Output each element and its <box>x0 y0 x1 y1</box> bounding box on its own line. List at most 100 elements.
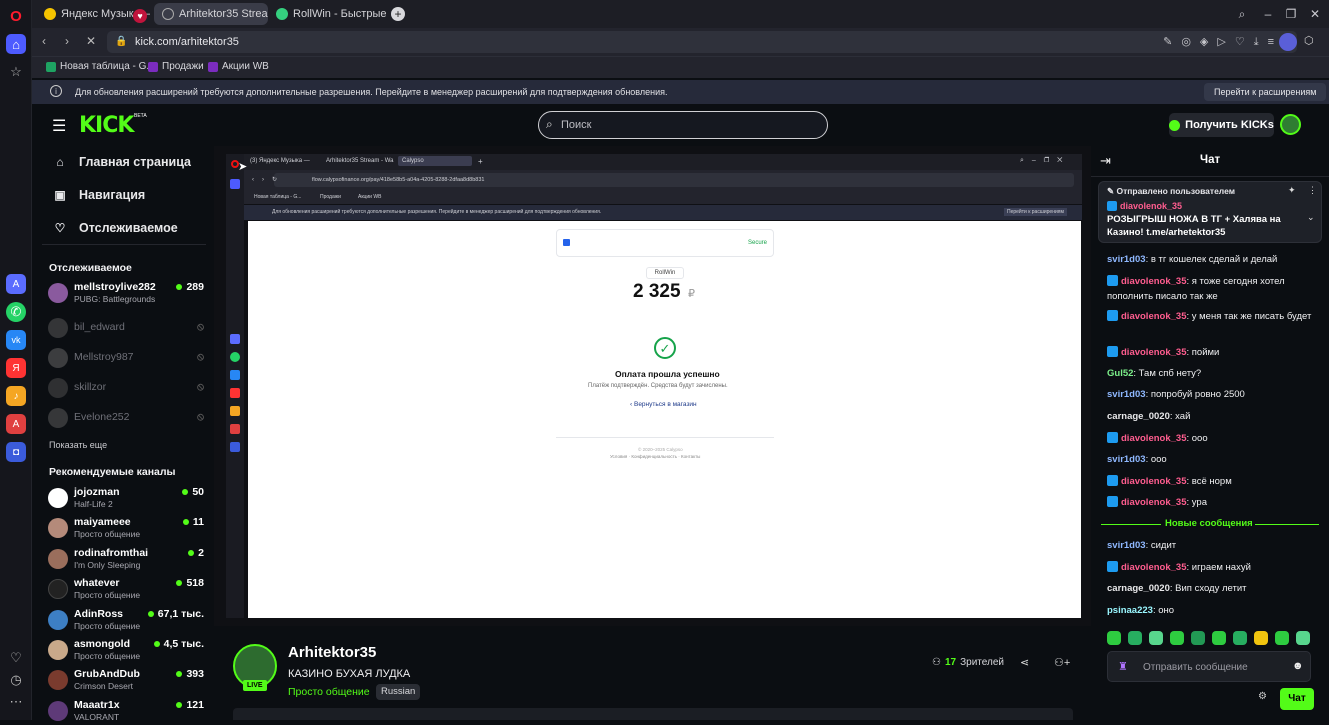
emote-icon[interactable] <box>1170 631 1184 645</box>
recommended-channel[interactable]: whatever Просто общение 518 <box>48 577 208 603</box>
language-tag[interactable]: Russian <box>376 684 421 700</box>
stop-icon[interactable]: ✕ <box>86 34 96 48</box>
send-chat-button[interactable]: Чат <box>1280 688 1314 710</box>
heart-icon[interactable]: ♡ <box>6 648 26 668</box>
bookmark-item[interactable]: Продажи <box>148 61 204 72</box>
chat-username[interactable]: diavolenok_35 <box>1121 347 1186 358</box>
chat-username[interactable]: svir1d03 <box>1107 454 1146 465</box>
extensions-icon[interactable]: ⬡ <box>1304 34 1314 47</box>
back-icon[interactable]: ‹ <box>42 34 46 48</box>
app-icon[interactable]: A <box>6 414 26 434</box>
kicks-coin-icon <box>1169 119 1181 131</box>
emote-icon[interactable] <box>1233 631 1247 645</box>
search-tabs-icon[interactable]: ⌕ <box>1229 0 1255 28</box>
vk-icon[interactable]: vk <box>6 330 26 350</box>
bookmark-item[interactable]: Новая таблица - G... <box>46 61 155 72</box>
emote-icon[interactable] <box>1107 631 1121 645</box>
url-text: kick.com/arhitektor35 <box>135 36 239 48</box>
chevron-down-icon[interactable]: ⌄ <box>1307 212 1315 223</box>
emote-icon[interactable] <box>1191 631 1205 645</box>
chat-username[interactable]: diavolenok_35 <box>1121 476 1186 487</box>
maximize-icon[interactable]: ❐ <box>1278 0 1304 28</box>
address-actions-icon[interactable]: ✎◎◈▷♡⤓≡ <box>1163 35 1283 49</box>
nav-home[interactable]: ⌂ Главная страница <box>53 155 191 169</box>
chat-username[interactable]: psinaa223 <box>1107 605 1153 616</box>
nav-browse[interactable]: ▣ Навигация <box>53 188 145 202</box>
collapse-chat-icon[interactable]: ⇥ <box>1100 153 1111 169</box>
forward-icon[interactable]: › <box>65 34 69 48</box>
unpin-icon[interactable]: ✦ <box>1288 185 1296 196</box>
chat-username[interactable]: diavolenok_35 <box>1121 562 1186 573</box>
get-kicks-button[interactable]: Получить KICKs <box>1169 113 1274 137</box>
tab-kick-stream[interactable]: Arhitektor35 Stream - Wa <box>154 3 268 25</box>
bookmark-item[interactable]: Акции WB <box>208 61 269 72</box>
chat-username[interactable]: diavolenok_35 <box>1121 276 1186 287</box>
chat-username[interactable]: diavolenok_35 <box>1121 433 1186 444</box>
chat-username[interactable]: carnage_0020 <box>1107 411 1170 422</box>
bookmark-label: Продажи <box>162 61 204 72</box>
followed-channel[interactable]: Evelone252 ⦸ <box>48 406 208 432</box>
chat-input[interactable]: ♜ Отправить сообщение ☻ <box>1107 651 1311 682</box>
chat-username[interactable]: svir1d03 <box>1107 540 1146 551</box>
followed-channel[interactable]: skillzor ⦸ <box>48 376 208 402</box>
recommended-channel[interactable]: asmongold Просто общение 4,5 тыс. <box>48 638 208 664</box>
share-icon[interactable]: ⋖ <box>1020 656 1029 669</box>
nav-following[interactable]: ♡ Отслеживаемое <box>53 221 178 235</box>
more-options-icon[interactable]: ⋮ <box>1308 185 1317 196</box>
recommended-channel[interactable]: AdinRoss Просто общение 67,1 тыс. <box>48 608 208 634</box>
whatsapp-icon[interactable]: ✆ <box>6 302 26 322</box>
recommended-channel[interactable]: GrubAndDub Crimson Desert 393 <box>48 668 208 694</box>
avatar <box>48 408 68 428</box>
chat-username[interactable]: svir1d03 <box>1107 389 1146 400</box>
profile-icon[interactable] <box>1279 33 1297 51</box>
emote-icon[interactable] <box>1296 631 1310 645</box>
followed-channel[interactable]: bil_edward ⦸ <box>48 316 208 342</box>
emote-icon[interactable] <box>1275 631 1289 645</box>
followed-channel[interactable]: mellstroylive282 PUBG: Battlegrounds 289 <box>48 281 208 307</box>
chat-settings-icon[interactable]: ⚙ <box>1258 691 1267 702</box>
stream-browser-sidebar <box>226 154 244 618</box>
follow-user-icon[interactable]: ⚇+ <box>1054 656 1070 669</box>
recommended-channel[interactable]: Maaatr1x VALORANT 121 <box>48 699 208 725</box>
emote-icon[interactable] <box>1128 631 1142 645</box>
more-icon[interactable]: ⋯ <box>6 692 26 712</box>
emote-icon[interactable] <box>1149 631 1163 645</box>
yandex-icon[interactable]: Я <box>6 358 26 378</box>
chat-username[interactable]: diavolenok_35 <box>1121 311 1186 322</box>
menu-icon[interactable]: ☰ <box>52 116 66 136</box>
star-icon[interactable]: ☆ <box>6 62 26 82</box>
close-icon[interactable]: ✕ <box>1302 0 1328 28</box>
mic-icon[interactable]: ♜ <box>1118 660 1128 673</box>
url-field[interactable]: 🔒 kick.com/arhitektor35 ✎◎◈▷♡⤓≡ <box>107 31 1297 53</box>
show-more-link[interactable]: Показать еще <box>49 440 107 450</box>
emote-icon[interactable] <box>1212 631 1226 645</box>
workspace-icon[interactable]: ⌂ <box>6 34 26 54</box>
chat-username[interactable]: carnage_0020 <box>1107 583 1170 594</box>
badge-icon <box>1107 346 1118 357</box>
history-icon[interactable]: ◷ <box>6 670 26 690</box>
recommended-channel[interactable]: rodinafromthai I'm Only Sleeping 2 <box>48 547 208 573</box>
music-icon[interactable]: ♪ <box>6 386 26 406</box>
opera-logo-icon[interactable]: O <box>6 6 26 26</box>
user-avatar[interactable] <box>1280 114 1301 135</box>
stream-tab-label: Arhitektor35 Stream - Wa <box>326 158 394 164</box>
emoji-icon[interactable]: ☻ <box>1292 660 1304 672</box>
discord-icon[interactable]: ◘ <box>6 442 26 462</box>
followed-channel[interactable]: Mellstroy987 ⦸ <box>48 346 208 372</box>
emote-icon[interactable] <box>1254 631 1268 645</box>
go-to-extensions-button[interactable]: Перейти к расширениям <box>1204 83 1327 101</box>
search-input[interactable]: ⌕ Поиск <box>538 111 828 139</box>
channel-category: Просто общение <box>74 621 141 631</box>
chat-username[interactable]: diavolenok_35 <box>1121 497 1186 508</box>
tab-rollwin[interactable]: RollWin - Быстрые выпл <box>268 3 386 25</box>
chat-username[interactable]: Gul52 <box>1107 368 1133 379</box>
stream-category[interactable]: Просто общение <box>288 686 370 698</box>
recommended-channel[interactable]: maiyameee Просто общение 11 <box>48 516 208 542</box>
chat-username[interactable]: svir1d03 <box>1107 254 1146 265</box>
recommended-channel[interactable]: jojozman Half-Life 2 50 <box>48 486 208 512</box>
kick-logo[interactable]: KICK <box>79 113 134 138</box>
pinned-user[interactable]: diavolenok_35 <box>1107 201 1182 211</box>
aria-icon[interactable]: A <box>6 274 26 294</box>
new-tab-icon[interactable]: + <box>391 7 405 21</box>
channel-name[interactable]: Arhitektor35 <box>288 644 376 661</box>
